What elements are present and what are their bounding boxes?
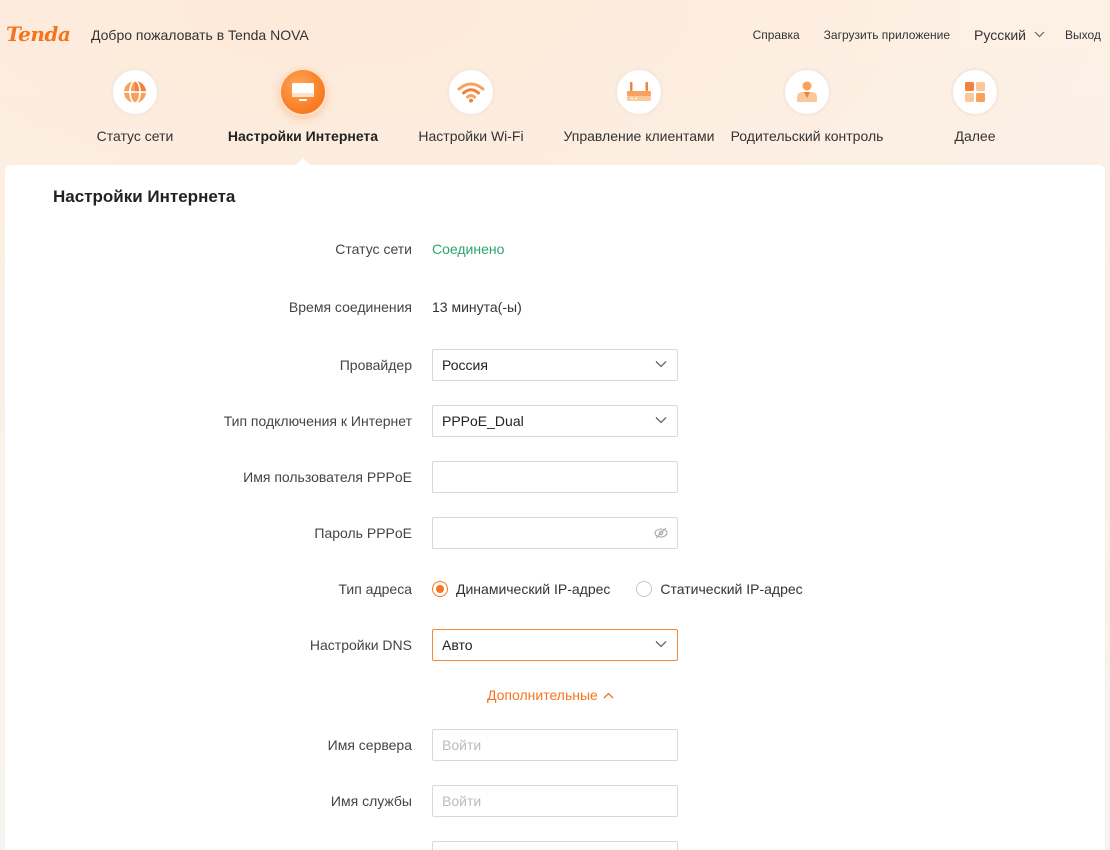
connection-type-select[interactable]: PPPoE_Dual (432, 405, 678, 437)
advanced-toggle-label: Дополнительные (487, 687, 598, 703)
nav-label: Родительский контроль (730, 128, 884, 144)
nav-item-wifi-settings[interactable]: Настройки Wi-Fi (387, 68, 555, 164)
tenda-logo: Tenda (6, 22, 71, 46)
language-label: Русский (974, 27, 1026, 43)
radio-static-ip-label: Статический IP-адрес (660, 581, 803, 597)
monitor-icon (292, 83, 314, 101)
wifi-icon (457, 82, 485, 103)
nav-item-client-management[interactable]: Управление клиентами (555, 68, 723, 164)
row-next-field (5, 841, 1105, 850)
nav-item-network-status[interactable]: Статус сети (51, 68, 219, 164)
nav-label: Статус сети (96, 128, 174, 144)
row-provider: Провайдер Россия (5, 349, 1105, 381)
connection-type-selected-value: PPPoE_Dual (442, 413, 524, 429)
row-service-name: Имя службы Войти (5, 785, 1105, 817)
nav-item-internet-settings[interactable]: Настройки Интернета (219, 68, 387, 164)
router-icon (627, 82, 651, 101)
nav-icon-circle (783, 68, 831, 116)
advanced-toggle[interactable]: Дополнительные (487, 687, 614, 703)
exit-link[interactable]: Выход (1065, 28, 1110, 42)
pppoe-username-input[interactable] (432, 461, 678, 493)
connection-time-value: 13 минута(-ы) (432, 299, 522, 315)
nav-item-parental-control[interactable]: Родительский контроль (723, 68, 891, 164)
pppoe-username-label: Имя пользователя PPPoE (243, 469, 412, 485)
nav-label: Настройки Wi-Fi (418, 128, 524, 144)
welcome-text: Добро пожаловать в Tenda NOVA (91, 27, 309, 43)
nav-icon-circle (111, 68, 159, 116)
row-server-name: Имя сервера Войти (5, 729, 1105, 761)
network-status-value: Соединено (432, 241, 505, 257)
row-pppoe-password: Пароль PPPoE (5, 517, 1105, 549)
provider-select[interactable]: Россия (432, 349, 678, 381)
row-pppoe-username: Имя пользователя PPPoE (5, 461, 1105, 493)
service-name-input[interactable]: Войти (432, 785, 678, 817)
top-header: Tenda Добро пожаловать в Tenda NOVA Спра… (0, 0, 1110, 70)
connection-type-label: Тип подключения к Интернет (223, 413, 412, 429)
radio-dynamic-ip-label: Динамический IP-адрес (456, 581, 611, 597)
service-name-label: Имя службы (330, 793, 412, 809)
nav-label: Далее (954, 128, 996, 144)
nav-icon-circle (447, 68, 495, 116)
service-name-placeholder: Войти (442, 793, 482, 809)
server-name-placeholder: Войти (442, 737, 482, 753)
parent-user-icon (797, 81, 817, 102)
dns-settings-select[interactable]: Авто (432, 629, 678, 661)
nav-item-more[interactable]: Далее (891, 68, 1059, 164)
radio-checked-icon (432, 581, 448, 597)
language-selector[interactable]: Русский (974, 27, 1045, 43)
address-type-label: Тип адреса (338, 581, 412, 597)
nav-label: Настройки Интернета (227, 128, 379, 144)
address-type-radio-group: Динамический IP-адрес Статический IP-адр… (432, 573, 829, 605)
help-link[interactable]: Справка (753, 28, 800, 42)
server-name-label: Имя сервера (327, 737, 412, 753)
internet-settings-panel: Настройки Интернета Статус сети Соединен… (5, 165, 1105, 850)
next-field-input[interactable] (432, 841, 678, 850)
radio-static-ip[interactable]: Статический IP-адрес (636, 581, 803, 597)
nav-label: Управление клиентами (563, 128, 715, 144)
server-name-input[interactable]: Войти (432, 729, 678, 761)
globe-icon (124, 80, 146, 104)
radio-dynamic-ip[interactable]: Динамический IP-адрес (432, 581, 610, 597)
chevron-down-icon (1034, 31, 1045, 37)
eye-hidden-icon[interactable] (654, 527, 668, 539)
row-connection-time: Время соединения 13 минута(-ы) (5, 291, 1105, 323)
nav-icon-circle (615, 68, 663, 116)
provider-selected-value: Россия (442, 357, 488, 373)
nav-icon-circle (951, 68, 999, 116)
download-app-link[interactable]: Загрузить приложение (824, 28, 950, 42)
row-dns-settings: Настройки DNS Авто (5, 629, 1105, 661)
provider-label: Провайдер (339, 357, 412, 373)
radio-unchecked-icon (636, 581, 653, 597)
row-connection-type: Тип подключения к Интернет PPPoE_Dual (5, 405, 1105, 437)
pppoe-password-label: Пароль PPPoE (314, 525, 412, 541)
grid-icon (965, 82, 985, 102)
chevron-down-icon (655, 641, 667, 648)
row-network-status: Статус сети Соединено (5, 233, 1105, 265)
page-title: Настройки Интернета (53, 187, 236, 206)
dns-settings-label: Настройки DNS (309, 637, 412, 653)
chevron-down-icon (655, 417, 667, 424)
row-address-type: Тип адреса Динамический IP-адрес Статиче… (5, 573, 1105, 605)
pppoe-password-input[interactable] (432, 517, 678, 549)
nav-icon-circle (279, 68, 327, 116)
chevron-down-icon (655, 361, 667, 368)
top-links: Справка Загрузить приложение Русский Вых… (729, 27, 1110, 43)
dns-selected-value: Авто (442, 637, 473, 653)
main-nav: Статус сети Настройки Интернета Настройк… (0, 68, 1110, 168)
chevron-up-icon (603, 692, 614, 698)
network-status-label: Статус сети (335, 241, 412, 257)
connection-time-label: Время соединения (288, 299, 412, 315)
